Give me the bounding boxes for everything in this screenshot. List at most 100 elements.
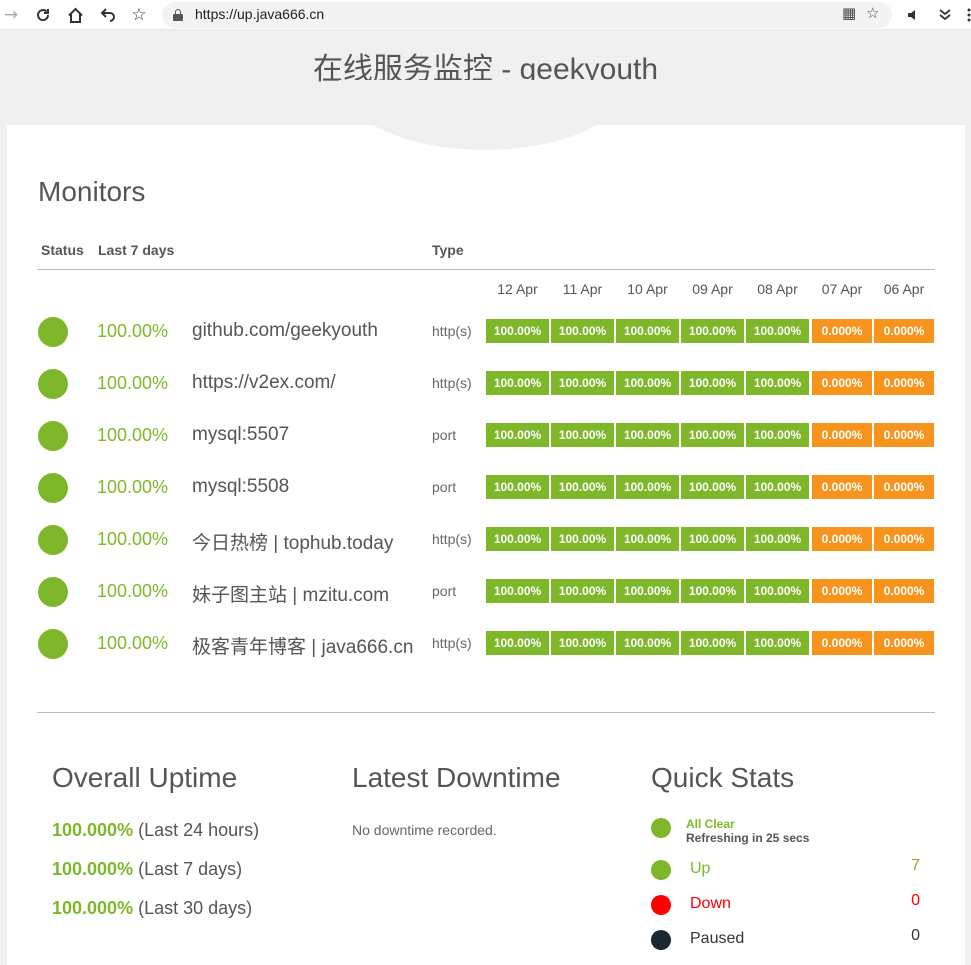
monitors-heading: Monitors <box>38 176 146 207</box>
monitor-type: http(s) <box>432 531 472 547</box>
last7-column-header: Last 7 days <box>98 242 175 258</box>
daily-uptime-cell: 0.000% <box>812 371 872 395</box>
monitor-uptime-percent: 100.00% <box>97 425 169 445</box>
down-label: Down <box>690 895 731 912</box>
qr-code-icon[interactable]: ▦ <box>842 4 856 22</box>
sound-icon[interactable] <box>903 4 925 26</box>
monitor-name[interactable]: 今日热榜 | tophub.today <box>192 528 393 555</box>
undo-icon[interactable] <box>96 4 118 26</box>
daily-uptime-cell: 0.000% <box>812 631 872 655</box>
daily-uptime-cell: 100.00% <box>486 423 549 447</box>
paused-count: 0 <box>911 927 920 944</box>
monitor-row[interactable]: 100.00% https://v2ex.com/http(s) 100.00% 10… <box>0 369 971 421</box>
lock-icon <box>173 9 183 21</box>
monitor-status-dot <box>38 525 68 555</box>
monitor-type: port <box>432 427 457 443</box>
daily-uptime-cell: 0.000% <box>874 631 934 655</box>
monitor-uptime-percent: 100.00% <box>97 633 169 653</box>
up-status-dot <box>651 860 671 880</box>
bookmark-star-icon[interactable]: ☆ <box>128 4 150 26</box>
url-text: https://up.java666.cn <box>195 6 325 22</box>
all-clear-text: All Clear <box>686 817 735 831</box>
monitor-type: port <box>432 479 457 495</box>
section-divider <box>37 712 935 713</box>
uptime-7d-value: 100.000% <box>52 859 134 879</box>
monitor-name[interactable]: github.com/geekyouth <box>192 320 378 342</box>
uptime-24h-value: 100.000% <box>52 820 134 840</box>
back-icon[interactable]: → <box>0 4 22 26</box>
monitor-row[interactable]: 100.00% github.com/geekyouth http(s) 100.00… <box>0 317 971 369</box>
monitor-status-dot <box>38 317 68 347</box>
monitor-name[interactable]: https://v2ex.com/ <box>192 372 336 394</box>
latest-downtime-heading: Latest Downtime <box>352 762 561 793</box>
refresh-countdown: Refreshing in 25 secs <box>686 831 810 845</box>
home-icon[interactable] <box>64 4 86 26</box>
uptime-30d: 100.000% (Last 30 days) <box>52 898 252 919</box>
daily-uptime-cell: 100.00% <box>746 423 809 447</box>
monitor-status-dot <box>38 629 68 659</box>
date-column-label: 07 Apr <box>821 281 863 297</box>
type-column-header: Type <box>432 242 464 258</box>
date-column-label: 09 Apr <box>692 281 733 297</box>
daily-uptime-cell: 100.00% <box>616 579 679 603</box>
monitor-type: http(s) <box>432 323 472 339</box>
daily-uptime-cell: 100.00% <box>746 371 809 395</box>
daily-uptime-cell: 0.000% <box>812 423 872 447</box>
uptime-24h-label: (Last 24 hours) <box>138 820 260 840</box>
daily-uptime-cell: 100.00% <box>551 579 614 603</box>
monitor-name[interactable]: 极客青年博客 | java666.cn <box>192 632 413 659</box>
daily-uptime-cell: 100.00% <box>551 423 614 447</box>
daily-uptime-cell: 100.00% <box>486 631 549 655</box>
monitor-uptime-percent: 100.00% <box>97 529 169 549</box>
daily-uptime-cell: 100.00% <box>486 371 549 395</box>
daily-uptime-cell: 100.00% <box>681 423 744 447</box>
daily-uptime-cell: 0.000% <box>812 579 872 603</box>
daily-uptime-cell: 100.00% <box>746 579 809 603</box>
daily-uptime-cell: 0.000% <box>812 527 872 551</box>
monitor-row[interactable]: 100.00% mysql:5507 port 100.00% 100.00% 100.0… <box>0 421 971 473</box>
monitor-status-dot <box>38 577 68 607</box>
daily-uptime-cell: 100.00% <box>746 527 809 551</box>
address-bar[interactable]: https://up.java666.cn ▦ ☆ <box>162 2 892 28</box>
daily-uptime-cell: 100.00% <box>486 527 549 551</box>
all-clear-status-dot <box>651 818 671 838</box>
monitor-row[interactable]: 100.00% 极客青年博客 | java666.cn http(s) 100.00%… <box>0 629 971 681</box>
uptime-7d: 100.000% (Last 7 days) <box>52 859 242 880</box>
monitor-type: http(s) <box>432 375 472 391</box>
monitor-name[interactable]: mysql:5507 <box>192 424 289 446</box>
browser-toolbar: → ☆ https://up.java666.cn ▦ ☆ <box>0 0 971 30</box>
quick-stats-heading: Quick Stats <box>651 762 795 793</box>
date-column-label: 06 Apr <box>883 281 925 297</box>
favorite-star-icon[interactable]: ☆ <box>866 4 879 22</box>
date-column-label: 11 Apr <box>562 281 603 297</box>
reload-icon[interactable] <box>32 4 54 26</box>
down-status-dot <box>651 895 671 915</box>
daily-uptime-cell: 100.00% <box>681 527 744 551</box>
daily-uptime-cell: 100.00% <box>616 475 679 499</box>
daily-uptime-cell: 0.000% <box>874 319 934 343</box>
header-divider <box>37 269 935 270</box>
daily-uptime-cell: 100.00% <box>681 475 744 499</box>
uptime-30d-value: 100.000% <box>52 898 134 918</box>
monitor-row[interactable]: 100.00% 今日热榜 | tophub.today http(s) 100.00%… <box>0 525 971 577</box>
monitor-name[interactable]: mysql:5508 <box>192 476 289 498</box>
daily-uptime-cell: 100.00% <box>746 319 809 343</box>
daily-uptime-cell: 100.00% <box>551 475 614 499</box>
down-count: 0 <box>911 892 920 909</box>
chevron-down-icon[interactable] <box>934 4 956 26</box>
daily-uptime-cell: 100.00% <box>746 475 809 499</box>
daily-uptime-cell: 0.000% <box>874 475 934 499</box>
daily-uptime-cell: 100.00% <box>616 631 679 655</box>
daily-uptime-cell: 100.00% <box>551 631 614 655</box>
monitor-row[interactable]: 100.00% 妹子图主站 | mzitu.com port 100.00% 100.0… <box>0 577 971 629</box>
daily-uptime-cell: 0.000% <box>874 423 934 447</box>
monitor-type: port <box>432 583 457 599</box>
menu-more-icon[interactable] <box>958 4 971 26</box>
uptime-30d-label: (Last 30 days) <box>138 898 253 918</box>
daily-uptime-cell: 100.00% <box>616 527 679 551</box>
monitor-row[interactable]: 100.00% mysql:5508 port 100.00% 100.00% 100.0… <box>0 473 971 525</box>
paused-label: Paused <box>690 930 745 947</box>
date-column-label: 12 Apr <box>497 281 538 297</box>
up-count: 7 <box>911 857 920 874</box>
monitor-name[interactable]: 妹子图主站 | mzitu.com <box>192 580 389 607</box>
